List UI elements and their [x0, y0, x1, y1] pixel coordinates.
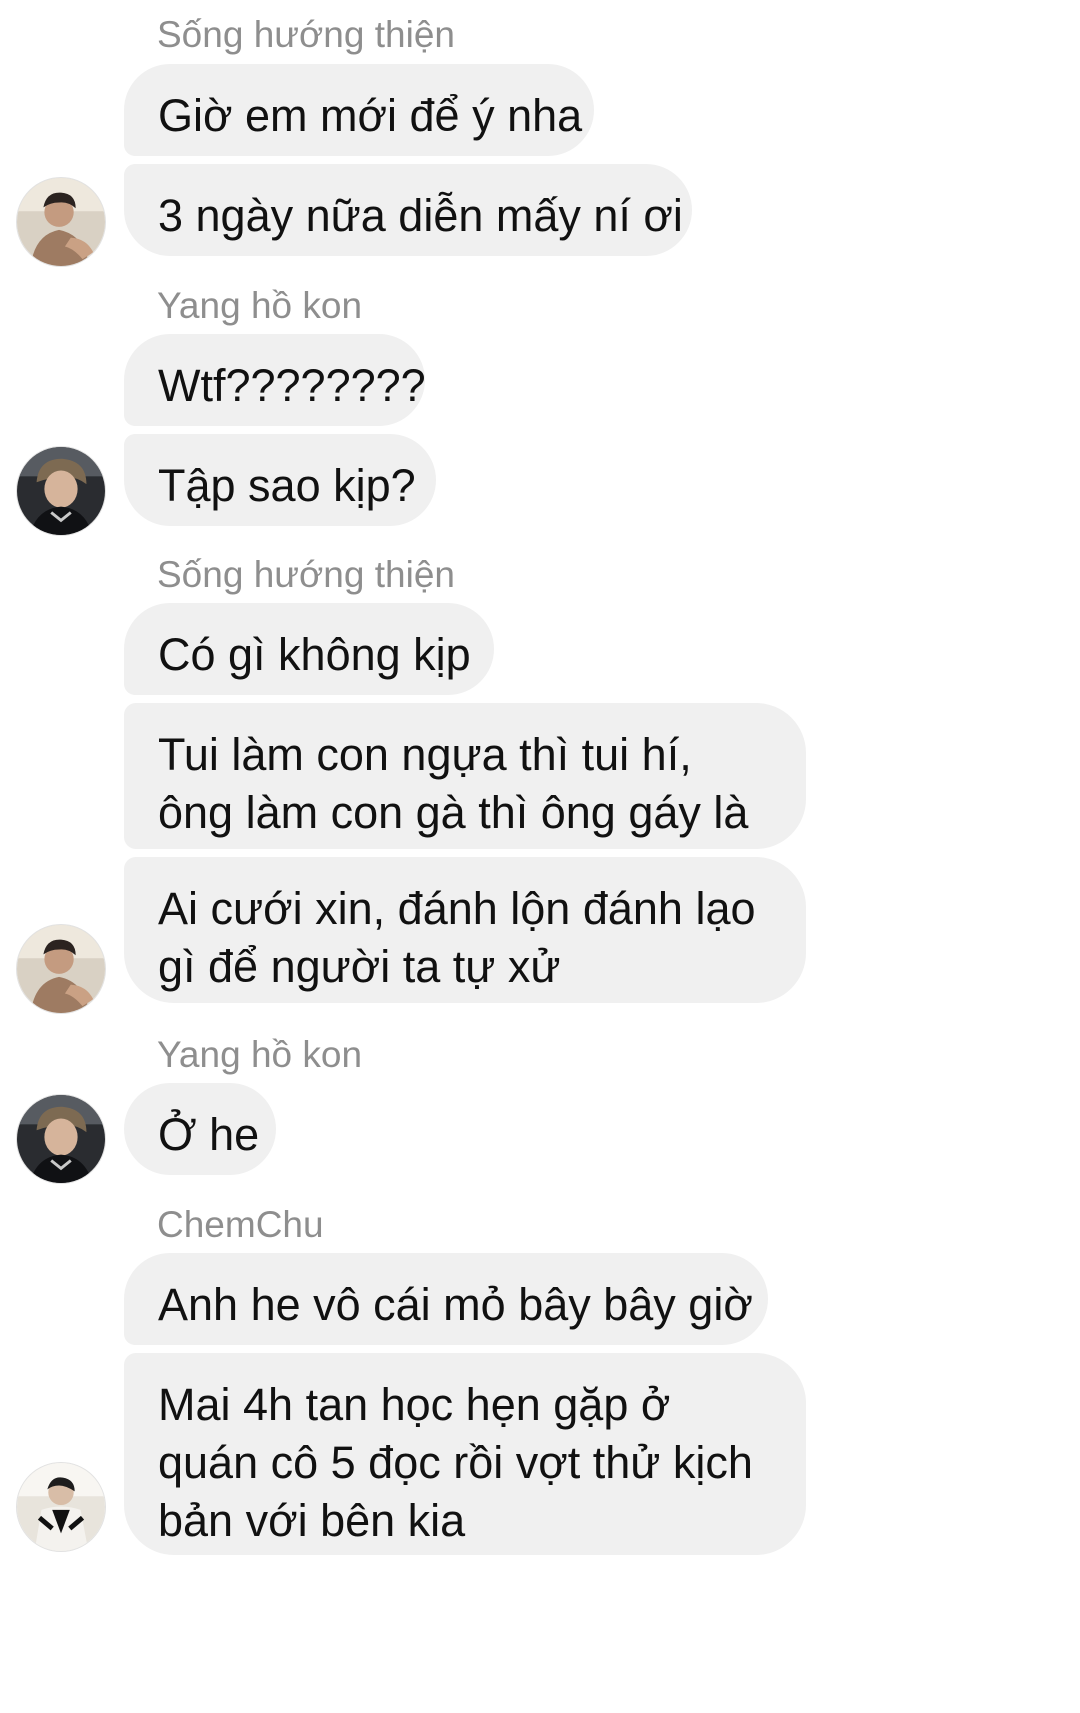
sender-name: Sống hướng thiện	[157, 554, 455, 595]
message-bubble[interactable]: Có gì không kịp	[124, 603, 494, 695]
person-avatar-light-icon	[17, 925, 105, 1013]
sender-avatar[interactable]	[16, 1462, 106, 1552]
message-bubble[interactable]: Tập sao kịp?	[124, 434, 436, 526]
sender-avatar[interactable]	[16, 177, 106, 267]
message-bubble[interactable]: Mai 4h tan học hẹn gặp ở quán cô 5 đọc r…	[124, 1353, 806, 1555]
person-avatar-light-icon	[17, 178, 105, 266]
message-bubble[interactable]: 3 ngày nữa diễn mấy ní ơi	[124, 164, 692, 256]
sender-name: Yang hồ kon	[157, 1034, 363, 1075]
person-avatar-dark-icon	[17, 1095, 105, 1183]
person-avatar-jacket-icon	[17, 1463, 105, 1551]
message-bubble[interactable]: Anh he vô cái mỏ bây bây giờ	[124, 1253, 768, 1345]
message-bubble[interactable]: Ở he	[124, 1083, 276, 1175]
message-thread: Sống hướng thiện Giờ em mới để ý nha 3 n…	[0, 0, 1080, 1713]
sender-name: Sống hướng thiện	[157, 14, 455, 55]
message-bubble[interactable]: Wtf????????	[124, 334, 426, 426]
sender-name: ChemChu	[157, 1204, 324, 1245]
message-bubble[interactable]: Ai cưới xin, đánh lộn đánh lạo gì để ngư…	[124, 857, 806, 1003]
person-avatar-dark-icon	[17, 447, 105, 535]
message-bubble[interactable]: Tui làm con ngựa thì tui hí, ông làm con…	[124, 703, 806, 896]
sender-name: Yang hồ kon	[157, 285, 363, 326]
message-bubble[interactable]: Giờ em mới để ý nha	[124, 64, 594, 156]
sender-avatar[interactable]	[16, 924, 106, 1014]
sender-avatar[interactable]	[16, 1094, 106, 1184]
sender-avatar[interactable]	[16, 446, 106, 536]
